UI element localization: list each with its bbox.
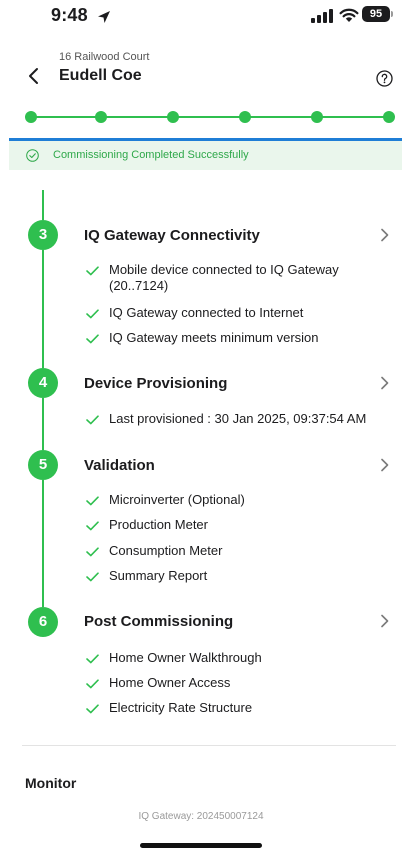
check-item: Last provisioned : 30 Jan 2025, 09:37:54…: [86, 411, 366, 427]
check-item: Home Owner Access: [86, 675, 230, 691]
stepper-line: [29, 116, 389, 118]
step-badge: 3: [28, 220, 58, 250]
stepper-dot: [167, 111, 179, 123]
check-icon: [86, 334, 99, 344]
check-item: Electricity Rate Structure: [86, 700, 252, 716]
section-title: Device Provisioning: [84, 375, 228, 392]
check-icon: [86, 415, 99, 425]
check-item: IQ Gateway connected to Internet: [86, 305, 303, 321]
check-item-label: Electricity Rate Structure: [109, 700, 253, 715]
help-icon[interactable]: [376, 70, 393, 87]
banner-text: Commissioning Completed Successfully: [53, 149, 249, 161]
section-title: IQ Gateway Connectivity: [84, 227, 260, 244]
check-item-label: Consumption Meter: [109, 543, 223, 558]
check-item-label: Home Owner Walkthrough: [109, 650, 262, 665]
chevron-right-icon[interactable]: [380, 228, 390, 242]
wifi-icon: [339, 8, 359, 22]
back-chevron-icon[interactable]: [26, 66, 42, 86]
success-banner: Commissioning Completed Successfully: [9, 141, 402, 170]
stepper-dot: [311, 111, 323, 123]
chevron-right-icon[interactable]: [380, 376, 390, 390]
step-badge: 5: [28, 450, 58, 480]
timeline-connector: [42, 480, 44, 607]
cellular-signal-icon: [311, 9, 333, 23]
check-icon: [86, 496, 99, 506]
step-badge: 4: [28, 368, 58, 398]
check-item: IQ Gateway meets minimum version: [86, 330, 319, 346]
check-icon: [86, 572, 99, 582]
check-icon: [86, 654, 99, 664]
chevron-right-icon[interactable]: [380, 458, 390, 472]
check-item-label: IQ Gateway connected to Internet: [109, 305, 304, 320]
check-icon: [86, 266, 99, 276]
step-badge: 6: [28, 607, 58, 637]
monitor-heading: Monitor: [25, 775, 77, 791]
check-item: Production Meter: [86, 517, 208, 533]
timeline-connector: [42, 250, 44, 368]
check-icon: [86, 547, 99, 557]
stepper-dot: [383, 111, 395, 123]
location-arrow-icon: [98, 11, 110, 23]
status-time: 9:48: [51, 5, 88, 25]
check-item-label: Mobile device connected to IQ Gateway (2…: [109, 262, 339, 293]
home-indicator[interactable]: [140, 843, 262, 848]
check-item: Microinverter (Optional): [86, 492, 245, 508]
gateway-serial: IQ Gateway: 202450007124: [138, 811, 264, 822]
check-item-label: Last provisioned : 30 Jan 2025, 09:37:54…: [109, 411, 367, 426]
check-icon: [86, 704, 99, 714]
check-item-label: Summary Report: [109, 568, 208, 583]
check-item-label: Home Owner Access: [109, 675, 231, 690]
stepper-dot: [25, 111, 37, 123]
stepper-dot: [239, 111, 251, 123]
check-icon: [86, 309, 99, 319]
section-title: Validation: [84, 457, 155, 474]
check-item: Consumption Meter: [86, 543, 222, 559]
chevron-right-icon[interactable]: [380, 614, 390, 628]
check-item: Mobile device connected to IQ Gateway (2…: [86, 262, 401, 294]
timeline-connector: [42, 190, 44, 220]
check-item-label: Microinverter (Optional): [109, 492, 245, 507]
check-icon: [86, 521, 99, 531]
check-item: Home Owner Walkthrough: [86, 650, 262, 666]
check-item: Summary Report: [86, 568, 207, 584]
battery-level: 95: [362, 6, 390, 22]
stepper-dot: [95, 111, 107, 123]
check-item-label: Production Meter: [109, 517, 208, 532]
check-icon: [86, 679, 99, 689]
progress-stepper: [25, 110, 395, 124]
status-bar: 9:48 95: [0, 0, 402, 34]
check-circle-icon: [26, 149, 39, 162]
check-item-label: IQ Gateway meets minimum version: [109, 330, 319, 345]
battery-icon: 95: [362, 6, 396, 24]
timeline-connector: [42, 398, 44, 450]
page-title: Eudell Coe: [59, 67, 142, 84]
section-divider: [22, 745, 396, 746]
section-title: Post Commissioning: [84, 613, 234, 630]
site-address: 16 Railwood Court: [59, 51, 150, 63]
